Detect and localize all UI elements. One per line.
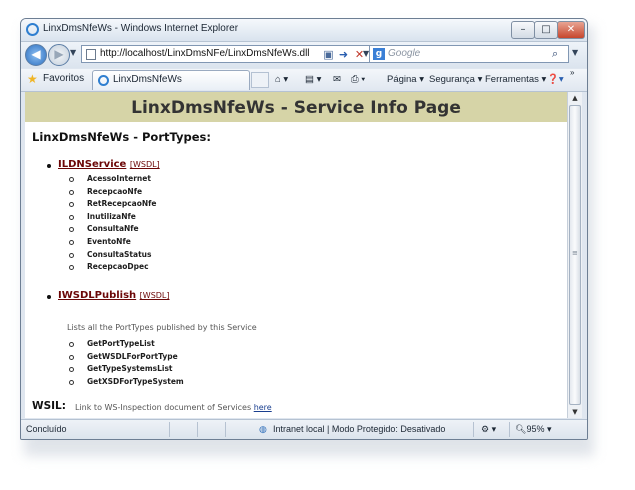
operation-item: RecepcaoDpec xyxy=(69,261,157,274)
stop-icon[interactable]: ✕ xyxy=(352,48,367,63)
tools-menu[interactable]: Ferramentas ▾ xyxy=(485,74,546,85)
service-bullet xyxy=(47,295,51,299)
page-banner: LinxDmsNfeWs - Service Info Page xyxy=(25,92,567,122)
ie-logo-icon xyxy=(26,23,39,36)
security-menu-label: Segurança xyxy=(429,74,475,85)
minimize-button[interactable]: – xyxy=(511,21,535,39)
tools-menu-label: Ferramentas xyxy=(485,74,539,85)
security-menu[interactable]: Segurança ▾ xyxy=(429,74,482,85)
favorites-bar: ★ Favoritos LinxDmsNfeWs ⌂ ▾ ▤ ▾ ✉ ⎙ ▾ P… xyxy=(21,68,587,92)
status-divider xyxy=(197,422,198,437)
more-chevron-icon[interactable]: » xyxy=(570,68,574,77)
page-title: LinxDmsNfeWs - Service Info Page xyxy=(131,98,461,118)
browser-window: LinxDmsNfeWs - Windows Internet Explorer… xyxy=(20,18,588,440)
window-title: LinxDmsNfeWs - Windows Internet Explorer xyxy=(43,23,239,34)
scroll-grip-icon: ≡ xyxy=(572,249,578,257)
operation-item: ConsultaStatus xyxy=(69,249,157,262)
compat-view-icon[interactable]: ▣ xyxy=(321,48,336,63)
maximize-button[interactable]: □ xyxy=(534,21,558,39)
page-menu-label: Página xyxy=(387,74,417,85)
service-bullet xyxy=(47,164,51,168)
operation-item: ConsultaNfe xyxy=(69,223,157,236)
tab-linxdmsnfews[interactable]: LinxDmsNfeWs xyxy=(92,70,250,90)
new-tab-button[interactable] xyxy=(251,72,269,88)
close-button[interactable]: ✕ xyxy=(557,21,585,39)
wsil-here-link[interactable]: here xyxy=(254,403,272,412)
scroll-down-arrow-icon[interactable]: ▼ xyxy=(568,406,582,418)
operation-item: InutilizaNfe xyxy=(69,211,157,224)
operation-item: GetTypeSystemsList xyxy=(69,363,184,376)
service-link-iwsdlpublish[interactable]: IWSDLPublish xyxy=(58,290,136,301)
operation-item: RecepcaoNfe xyxy=(69,186,157,199)
feeds-icon[interactable]: ▤ ▾ xyxy=(305,74,321,85)
back-button[interactable]: ◀ xyxy=(25,44,47,66)
title-bar[interactable]: LinxDmsNfeWs - Windows Internet Explorer… xyxy=(21,19,587,42)
address-row: ◀ ▶ ▼ http://localhost/LinxDmsNFe/LinxDm… xyxy=(21,42,587,68)
status-divider xyxy=(473,422,474,437)
security-zone[interactable]: Intranet local | Modo Protegido: Desativ… xyxy=(273,424,445,434)
ie-tab-icon xyxy=(98,75,109,86)
home-icon[interactable]: ⌂ ▾ xyxy=(275,74,288,85)
operation-item: AcessoInternet xyxy=(69,173,157,186)
service-iwsdlpublish: IWSDLPublish [WSDL] xyxy=(58,290,170,301)
search-icon[interactable]: ⌕ xyxy=(552,47,558,61)
page-content: LinxDmsNfeWs - Service Info Page LinxDms… xyxy=(25,92,567,418)
print-icon[interactable]: ⎙ ▾ xyxy=(351,74,365,85)
status-divider xyxy=(509,422,510,437)
service-description: Lists all the PortTypes published by thi… xyxy=(67,323,257,332)
wsdl-link-iwsdlpublish[interactable]: [WSDL] xyxy=(140,291,170,300)
vertical-scrollbar[interactable]: ▲ ≡ ▼ xyxy=(567,92,582,418)
status-bar: Concluído ◍ Intranet local | Modo Proteg… xyxy=(21,419,587,439)
wsdl-link-ildnservice[interactable]: [WSDL] xyxy=(130,160,160,169)
history-dropdown-icon[interactable]: ▼ xyxy=(70,48,76,57)
search-dropdown-icon[interactable]: ▼ xyxy=(572,48,578,57)
forward-button[interactable]: ▶ xyxy=(48,44,70,66)
status-text: Concluído xyxy=(26,424,67,434)
scroll-thumb[interactable]: ≡ xyxy=(569,105,581,405)
favorites-star-icon[interactable]: ★ xyxy=(27,72,38,86)
porttypes-heading: LinxDmsNfeWs - PortTypes: xyxy=(32,130,211,144)
google-logo-icon: g xyxy=(373,48,385,60)
search-box[interactable]: g Google xyxy=(369,45,569,63)
operation-item: GetPortTypeList xyxy=(69,338,184,351)
search-placeholder[interactable]: Google xyxy=(388,48,420,59)
tab-label: LinxDmsNfeWs xyxy=(113,74,182,85)
page-icon xyxy=(86,49,96,60)
intranet-globe-icon: ◍ xyxy=(259,424,267,434)
service-link-ildnservice[interactable]: ILDNService xyxy=(58,159,126,170)
mail-icon[interactable]: ✉ xyxy=(333,74,341,85)
status-divider xyxy=(169,422,170,437)
help-icon[interactable]: ❓▾ xyxy=(547,74,564,85)
wsil-label: WSIL: xyxy=(32,400,66,412)
wsil-text: Link to WS-Inspection document of Servic… xyxy=(75,403,272,412)
add-ons-icon[interactable]: ⚙ ▾ xyxy=(481,424,496,435)
address-url[interactable]: http://localhost/LinxDmsNFe/LinxDmsNfeWs… xyxy=(100,48,310,59)
operation-item: GetXSDForTypeSystem xyxy=(69,376,184,389)
zoom-level: 95% xyxy=(526,424,545,434)
operations-list-ildnservice: AcessoInternet RecepcaoNfe RetRecepcaoNfe I… xyxy=(69,173,157,274)
operation-item: EventoNfe xyxy=(69,236,157,249)
favorites-button[interactable]: Favoritos xyxy=(43,73,84,84)
operation-item: GetWSDLForPortType xyxy=(69,351,184,364)
scroll-up-arrow-icon[interactable]: ▲ xyxy=(568,92,582,104)
refresh-icon[interactable]: ➜ xyxy=(336,48,351,63)
page-menu[interactable]: Página ▾ xyxy=(387,74,424,85)
operation-item: RetRecepcaoNfe xyxy=(69,198,157,211)
operations-list-iwsdlpublish: GetPortTypeList GetWSDLForPortType GetType… xyxy=(69,338,184,388)
status-divider xyxy=(225,422,226,437)
wsil-description: Link to WS-Inspection document of Servic… xyxy=(75,403,252,412)
service-ildnservice: ILDNService [WSDL] xyxy=(58,159,160,170)
zoom-control[interactable]: 🔍︎95% ▾ xyxy=(515,424,551,435)
